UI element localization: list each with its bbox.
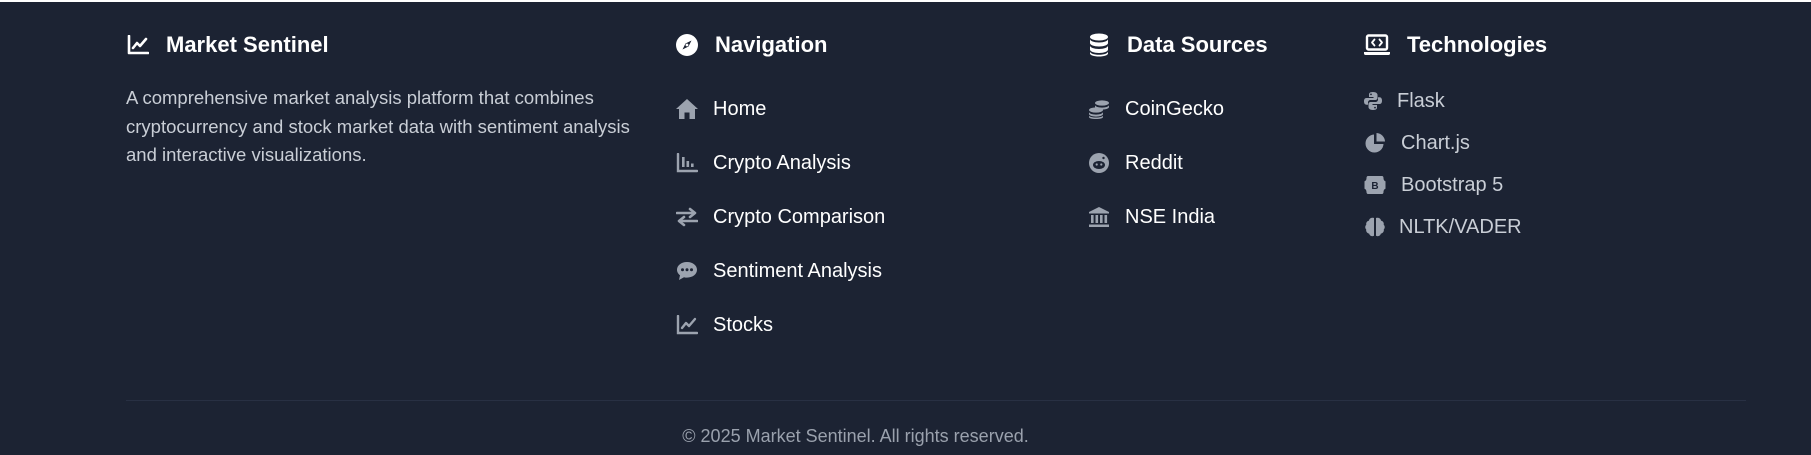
bank-building-icon [1087,205,1111,229]
nav-link-home[interactable]: Home [675,94,885,124]
nav-link-label: Crypto Comparison [713,205,886,228]
tech-item-chartjs: Chart.js [1363,128,1522,158]
tech-item-nltk-vader: NLTK/VADER [1363,212,1522,242]
source-link-nse-india[interactable]: NSE India [1087,202,1224,232]
source-link-reddit[interactable]: Reddit [1087,148,1224,178]
tech-item-label: Chart.js [1401,131,1470,154]
compass-icon [675,33,699,57]
nav-link-sentiment-analysis[interactable]: Sentiment Analysis [675,256,885,286]
nav-link-crypto-comparison[interactable]: Crypto Comparison [675,202,885,232]
technologies-title: Technologies [1407,32,1548,57]
speech-bubble-icon [675,259,699,283]
navigation-list: Home Crypto Analysis Crypto Comparison S… [675,94,885,364]
source-link-label: NSE India [1125,205,1216,228]
tech-item-label: Flask [1397,89,1445,112]
data-sources-title: Data Sources [1127,32,1268,57]
technologies-heading: Technologies [1363,32,1547,58]
pie-chart-icon [1363,131,1387,155]
nav-link-label: Home [713,97,767,120]
brand-description: A comprehensive market analysis platform… [126,87,630,165]
navigation-heading: Navigation [675,32,827,58]
copyright-text: © 2025 Market Sentinel. All rights reser… [682,426,1029,446]
bar-chart-icon [675,151,699,175]
source-link-coingecko[interactable]: CoinGecko [1087,94,1224,124]
nav-link-label: Sentiment Analysis [713,259,882,282]
navigation-title: Navigation [715,32,828,57]
nav-link-label: Crypto Analysis [713,151,851,174]
brand-heading: Market Sentinel [126,32,329,58]
coins-icon [1087,97,1111,121]
nav-link-crypto-analysis[interactable]: Crypto Analysis [675,148,885,178]
data-sources-list: CoinGecko Reddit NSE India [1087,94,1224,256]
technologies-list: Flask Chart.js B Bootstrap 5 NLTK/VADER [1363,86,1522,254]
tech-item-label: NLTK/VADER [1399,215,1522,238]
site-footer: Market Sentinel A comprehensive market a… [0,2,1811,455]
home-icon [675,97,699,121]
database-icon [1087,33,1111,57]
svg-text:B: B [1371,181,1378,192]
nav-link-label: Stocks [713,313,774,336]
exchange-arrows-icon [675,205,699,229]
brand-title: Market Sentinel [166,32,329,57]
nav-link-stocks[interactable]: Stocks [675,310,885,340]
python-icon [1363,89,1383,113]
chart-line-icon [126,33,150,57]
tech-item-label: Bootstrap 5 [1401,173,1504,196]
reddit-icon [1087,151,1111,175]
source-link-label: Reddit [1125,151,1183,174]
footer-divider [126,400,1746,401]
tech-item-flask: Flask [1363,86,1522,116]
tech-item-bootstrap: B Bootstrap 5 [1363,170,1522,200]
brain-icon [1363,215,1387,239]
source-link-label: CoinGecko [1125,97,1224,120]
laptop-code-icon [1363,33,1391,57]
data-sources-heading: Data Sources [1087,32,1268,58]
bootstrap-icon: B [1363,173,1387,197]
line-chart-icon [675,313,699,337]
